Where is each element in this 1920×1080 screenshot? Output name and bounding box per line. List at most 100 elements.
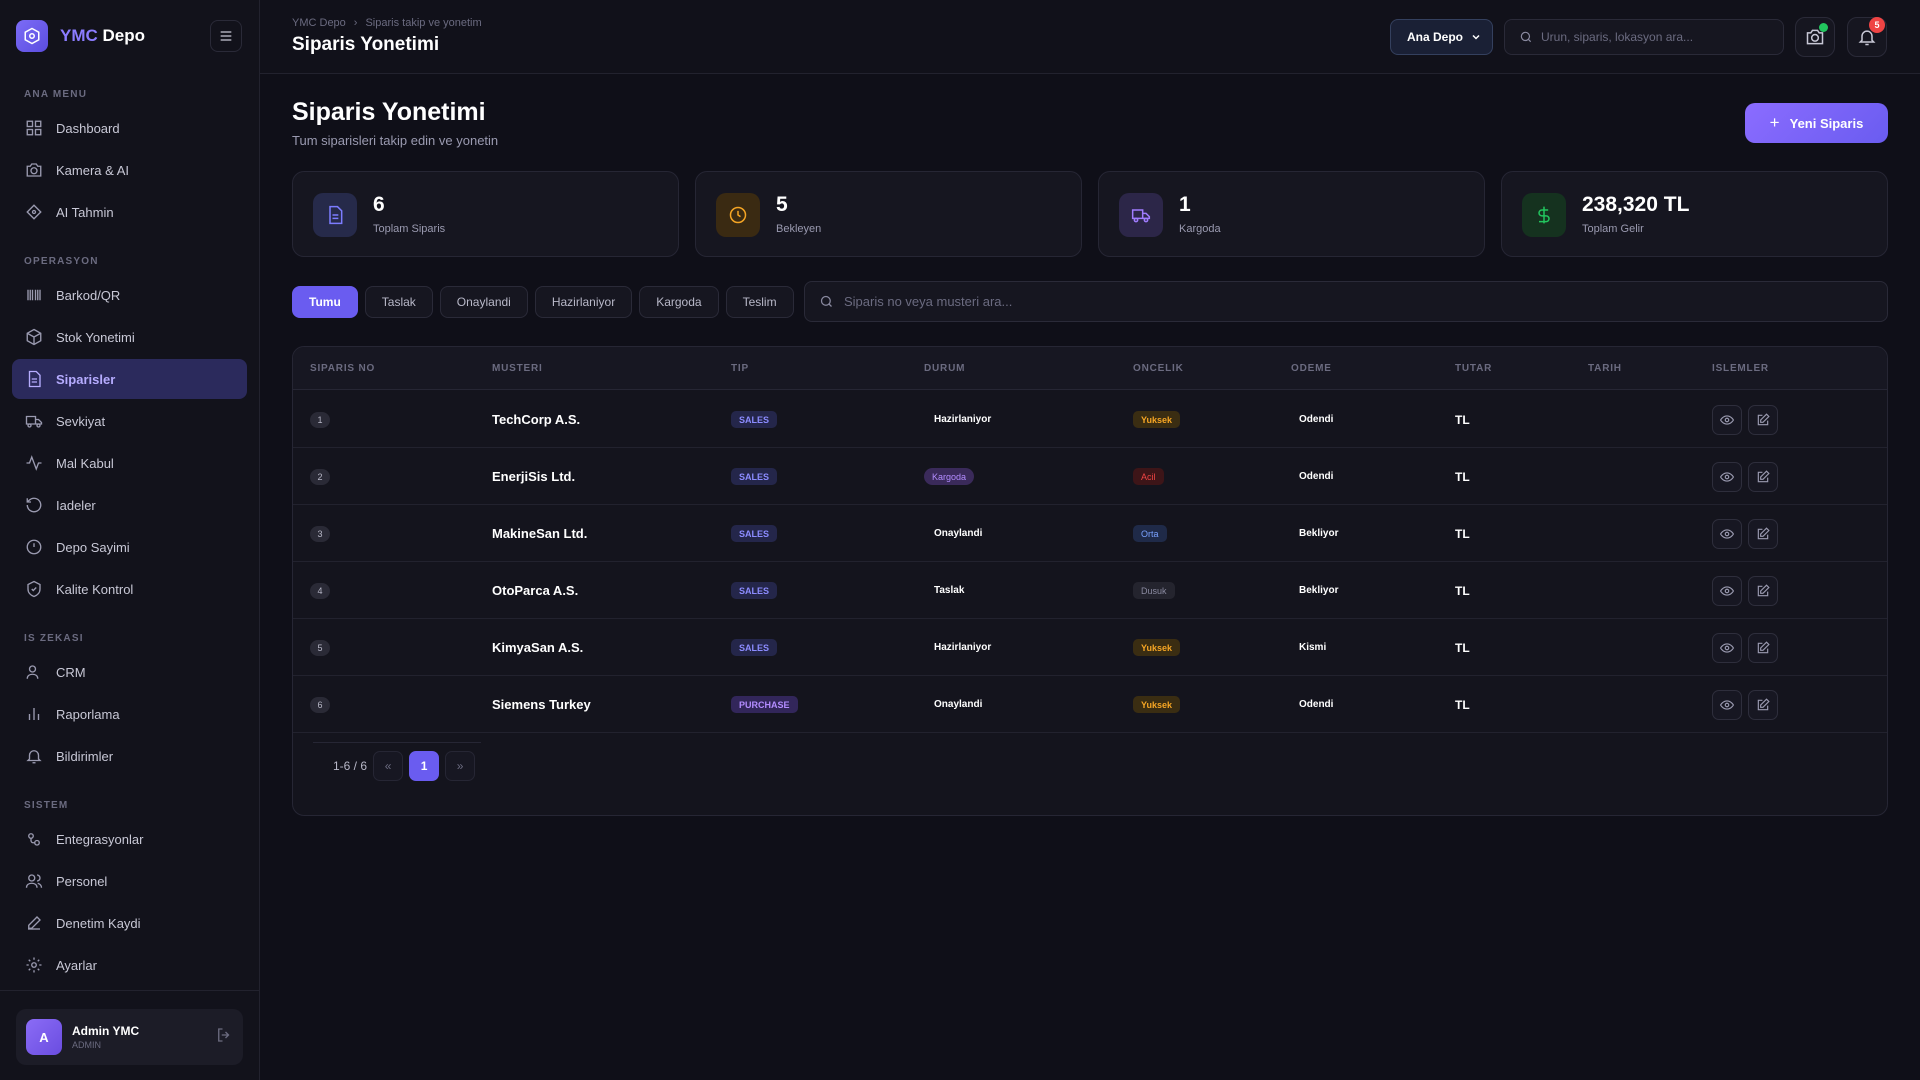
edit-button[interactable] — [1748, 518, 1778, 549]
column-header[interactable]: SIPARIS NO — [310, 363, 375, 374]
stat-value: 238,320 TL — [1582, 193, 1690, 216]
view-button[interactable] — [1712, 689, 1742, 720]
sidebar-item-sevkiyat[interactable]: Sevkiyat — [12, 401, 247, 441]
column-header[interactable]: TARIH — [1588, 363, 1622, 374]
sidebar-item-mal-kabul[interactable]: Mal Kabul — [12, 443, 247, 483]
sidebar-item-dashboard[interactable]: Dashboard — [12, 108, 247, 148]
status-dot — [1819, 23, 1828, 32]
edit-button[interactable] — [1748, 461, 1778, 492]
column-header[interactable]: ONCELIK — [1133, 363, 1184, 374]
table-row[interactable]: 1 TechCorp A.S. SALES Hazirlaniyor Yukse… — [293, 391, 1887, 448]
shield-icon — [24, 579, 44, 599]
new-order-button[interactable]: + Yeni Siparis — [1745, 103, 1888, 143]
edit-button[interactable] — [1748, 575, 1778, 606]
dashboard-icon — [24, 118, 44, 138]
order-search-input[interactable] — [844, 294, 1744, 309]
amount: TL — [1455, 640, 1470, 655]
page-button[interactable]: 1 — [409, 750, 440, 781]
warehouse-select[interactable]: Ana Depo — [1390, 19, 1493, 55]
payment-status: Bekliyor — [1299, 585, 1339, 596]
sidebar-item-label: Denetim Kaydi — [56, 915, 141, 931]
brand[interactable]: YMC Depo — [16, 20, 145, 52]
user-card[interactable]: A Admin YMC ADMIN — [16, 1009, 243, 1065]
sidebar-item-depo-sayimi[interactable]: Depo Sayimi — [12, 527, 247, 567]
priority-badge: Yuksek — [1133, 411, 1181, 428]
type-badge: SALES — [731, 411, 778, 428]
filter-taslak[interactable]: Taslak — [364, 286, 433, 318]
stat-value: 5 — [776, 193, 788, 216]
sidebar-item-crm[interactable]: CRM — [12, 652, 247, 692]
sidebar-item-label: Iadeler — [56, 497, 96, 513]
table-row[interactable]: 6 Siemens Turkey PURCHASE Onaylandi Yuks… — [293, 676, 1887, 733]
logout-icon[interactable] — [215, 1026, 233, 1049]
sidebar-item-stok[interactable]: Stok Yonetimi — [12, 317, 247, 357]
global-search[interactable] — [1504, 19, 1784, 55]
orders-table: SIPARIS NO MUSTERI TIP DURUM ONCELIK ODE… — [292, 346, 1888, 816]
customer-name: OtoParca A.S. — [492, 583, 579, 598]
edit-button[interactable] — [1748, 404, 1778, 435]
sidebar-item-kalite[interactable]: Kalite Kontrol — [12, 569, 247, 609]
notifications-button[interactable]: 5 — [1847, 17, 1887, 57]
filter-onaylandi[interactable]: Onaylandi — [439, 286, 528, 318]
next-page-button[interactable]: » — [445, 750, 476, 781]
filter-hazirlaniyor[interactable]: Hazirlaniyor — [534, 286, 633, 318]
sidebar-item-kamera[interactable]: Kamera & AI — [12, 150, 247, 190]
view-button[interactable] — [1712, 518, 1742, 549]
order-number: 1 — [310, 411, 330, 428]
eye-icon — [1720, 699, 1734, 710]
type-badge: SALES — [731, 525, 778, 542]
user-icon — [24, 662, 44, 682]
sidebar-item-iadeler[interactable]: Iadeler — [12, 485, 247, 525]
customer-name: MakineSan Ltd. — [492, 526, 588, 541]
column-header[interactable]: MUSTERI — [492, 363, 543, 374]
customer-name: TechCorp A.S. — [492, 412, 581, 427]
sidebar-item-raporlama[interactable]: Raporlama — [12, 694, 247, 734]
payment-status: Bekliyor — [1299, 528, 1339, 539]
eye-icon — [1720, 471, 1734, 482]
filter-tumu[interactable]: Tumu — [292, 286, 358, 318]
table-row[interactable]: 4 OtoParca A.S. SALES Taslak Dusuk Bekli… — [293, 562, 1887, 619]
table-row[interactable]: 2 EnerjiSis Ltd. SALES Kargoda Acil Oden… — [293, 448, 1887, 505]
sidebar-item-siparisler[interactable]: Siparisler — [12, 359, 247, 399]
breadcrumb-item[interactable]: YMC Depo — [292, 17, 346, 29]
column-header[interactable]: DURUM — [924, 363, 965, 374]
table-row[interactable]: 5 KimyaSan A.S. SALES Hazirlaniyor Yukse… — [293, 619, 1887, 676]
order-number: 3 — [310, 525, 330, 542]
sidebar-item-barkod[interactable]: Barkod/QR — [12, 275, 247, 315]
table-row[interactable]: 3 MakineSan Ltd. SALES Onaylandi Orta Be… — [293, 505, 1887, 562]
prev-page-button[interactable]: « — [373, 750, 404, 781]
order-search[interactable] — [804, 281, 1888, 322]
view-button[interactable] — [1712, 404, 1742, 435]
column-header[interactable]: TIP — [731, 363, 749, 374]
sidebar-item-ai-tahmin[interactable]: AI Tahmin — [12, 192, 247, 232]
search-icon — [820, 295, 832, 307]
sidebar-item-ayarlar[interactable]: Ayarlar — [12, 945, 247, 985]
view-button[interactable] — [1712, 575, 1742, 606]
menu-toggle-button[interactable] — [210, 20, 242, 52]
sidebar-item-label: Mal Kabul — [56, 455, 114, 471]
view-button[interactable] — [1712, 632, 1742, 663]
sidebar-item-entegrasyonlar[interactable]: Entegrasyonlar — [12, 819, 247, 859]
edit-button[interactable] — [1748, 689, 1778, 720]
sidebar-item-personel[interactable]: Personel — [12, 861, 247, 901]
column-header[interactable]: TUTAR — [1455, 363, 1492, 374]
truck-icon — [1119, 193, 1163, 237]
sidebar-item-label: Ayarlar — [56, 957, 97, 973]
sidebar-item-denetim[interactable]: Denetim Kaydi — [12, 903, 247, 943]
filter-teslim[interactable]: Teslim — [725, 286, 794, 318]
filter-kargoda[interactable]: Kargoda — [639, 286, 719, 318]
view-button[interactable] — [1712, 461, 1742, 492]
edit-button[interactable] — [1748, 632, 1778, 663]
payment-status: Odendi — [1299, 699, 1334, 710]
sidebar-item-bildirimler[interactable]: Bildirimler — [12, 736, 247, 776]
priority-badge: Dusuk — [1133, 582, 1175, 599]
order-number: 2 — [310, 468, 330, 485]
header-title: Siparis Yonetimi — [292, 34, 440, 55]
camera-button[interactable] — [1795, 17, 1835, 57]
global-search-input[interactable] — [1541, 30, 1771, 44]
stat-label: Kargoda — [1179, 223, 1221, 235]
column-header[interactable]: ODEME — [1291, 363, 1332, 374]
search-icon — [1520, 31, 1532, 43]
activity-icon — [24, 453, 44, 473]
payment-status: Odendi — [1299, 414, 1334, 425]
